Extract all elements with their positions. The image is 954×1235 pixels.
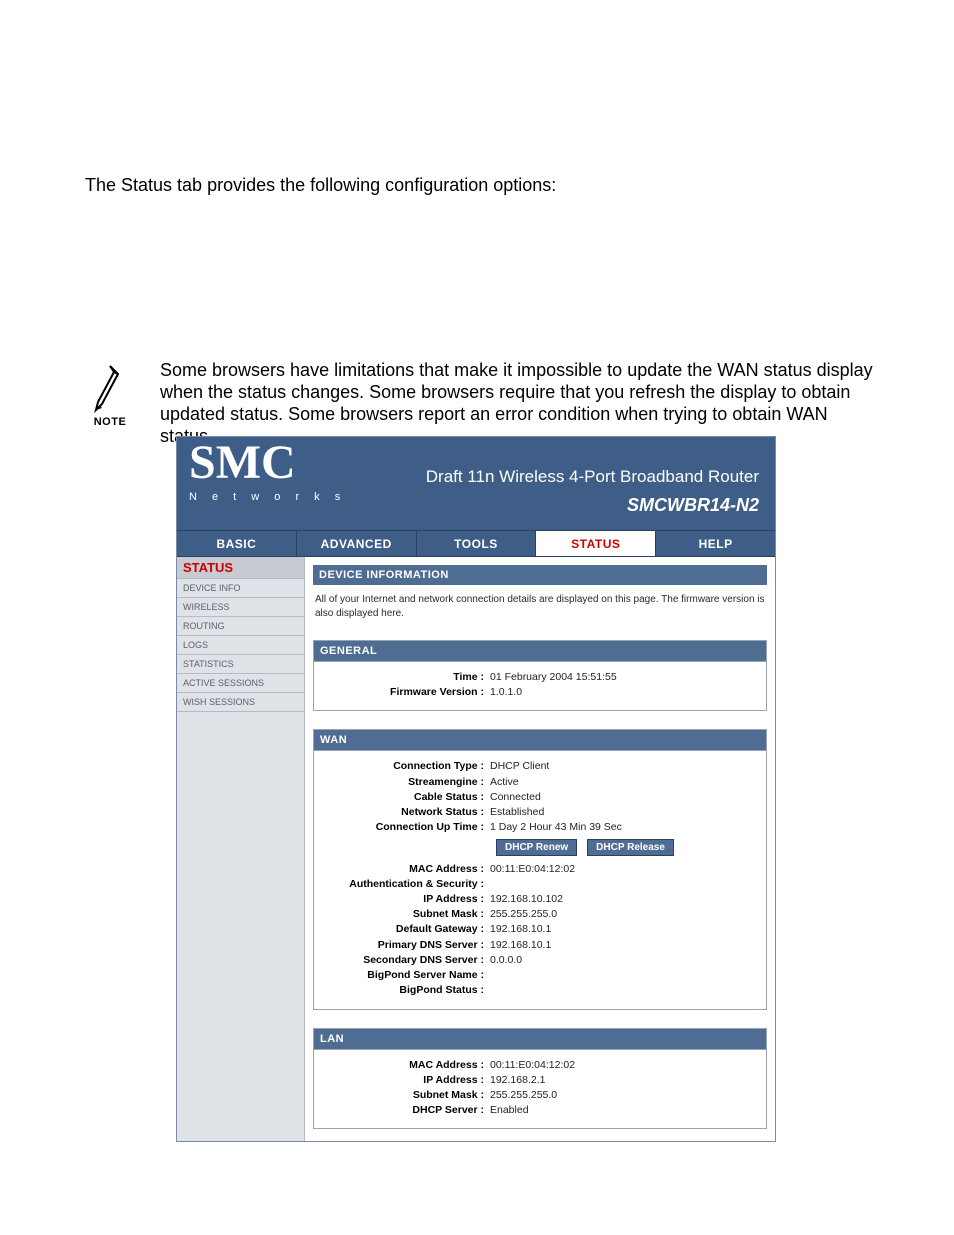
sdns-label: Secondary DNS Server : bbox=[320, 953, 490, 968]
uptime-label: Connection Up Time : bbox=[320, 820, 490, 835]
router-body: STATUS DEVICE INFO WIRELESS ROUTING LOGS… bbox=[177, 557, 775, 1141]
tab-tools[interactable]: TOOLS bbox=[417, 531, 537, 556]
wan-mask-value: 255.255.255.0 bbox=[490, 907, 557, 922]
wan-ip-label: IP Address : bbox=[320, 892, 490, 907]
dhcp-release-button[interactable]: DHCP Release bbox=[587, 839, 674, 856]
dhcp-buttons: DHCP Renew DHCP Release bbox=[496, 836, 760, 862]
dhcp-renew-button[interactable]: DHCP Renew bbox=[496, 839, 577, 856]
bigpond-status-label: BigPond Status : bbox=[320, 983, 490, 998]
section-wan: WAN Connection Type :DHCP Client Streame… bbox=[313, 729, 767, 1009]
streamengine-label: Streamengine : bbox=[320, 775, 490, 790]
streamengine-value: Active bbox=[490, 775, 519, 790]
device-info-desc: All of your Internet and network connect… bbox=[313, 585, 767, 622]
pdns-value: 192.168.10.1 bbox=[490, 938, 551, 953]
section-lan: LAN MAC Address :00:11:E0:04:12:02 IP Ad… bbox=[313, 1028, 767, 1130]
sidebar-item-device-info[interactable]: DEVICE INFO bbox=[177, 579, 304, 598]
note-text: Some browsers have limitations that make… bbox=[160, 360, 878, 448]
lan-body: MAC Address :00:11:E0:04:12:02 IP Addres… bbox=[314, 1050, 766, 1129]
lan-mac-value: 00:11:E0:04:12:02 bbox=[490, 1058, 575, 1073]
general-header: GENERAL bbox=[314, 641, 766, 662]
main-content: DEVICE INFORMATION All of your Internet … bbox=[305, 557, 775, 1141]
network-status-value: Established bbox=[490, 805, 544, 820]
logo-subtext: N e t w o r k s bbox=[189, 491, 346, 503]
note-icon: NOTE bbox=[88, 360, 132, 428]
wan-header: WAN bbox=[314, 730, 766, 751]
dhcp-server-value: Enabled bbox=[490, 1103, 529, 1118]
network-status-label: Network Status : bbox=[320, 805, 490, 820]
section-general: GENERAL Time : 01 February 2004 15:51:55… bbox=[313, 640, 767, 711]
lan-mac-label: MAC Address : bbox=[320, 1058, 490, 1073]
tab-basic[interactable]: BASIC bbox=[177, 531, 297, 556]
lan-header: LAN bbox=[314, 1029, 766, 1050]
router-header: SMC N e t w o r k s Draft 11n Wireless 4… bbox=[177, 437, 775, 531]
lan-mask-value: 255.255.255.0 bbox=[490, 1088, 557, 1103]
time-value: 01 February 2004 15:51:55 bbox=[490, 670, 617, 685]
sidebar-item-routing[interactable]: ROUTING bbox=[177, 617, 304, 636]
sidebar-item-wish-sessions[interactable]: WISH SESSIONS bbox=[177, 693, 304, 712]
gateway-value: 192.168.10.1 bbox=[490, 922, 551, 937]
bigpond-name-label: BigPond Server Name : bbox=[320, 968, 490, 983]
tab-status[interactable]: STATUS bbox=[536, 531, 656, 556]
logo: SMC N e t w o r k s bbox=[189, 439, 346, 503]
sidebar-item-wireless[interactable]: WIRELESS bbox=[177, 598, 304, 617]
sdns-value: 0.0.0.0 bbox=[490, 953, 522, 968]
logo-text: SMC bbox=[189, 439, 346, 487]
conn-type-value: DHCP Client bbox=[490, 759, 549, 774]
wan-body: Connection Type :DHCP Client Streamengin… bbox=[314, 751, 766, 1008]
lan-ip-value: 192.168.2.1 bbox=[490, 1073, 545, 1088]
note-label: NOTE bbox=[94, 416, 127, 428]
general-body: Time : 01 February 2004 15:51:55 Firmwar… bbox=[314, 662, 766, 710]
pdns-label: Primary DNS Server : bbox=[320, 938, 490, 953]
sidebar-item-active-sessions[interactable]: ACTIVE SESSIONS bbox=[177, 674, 304, 693]
section-device-info: DEVICE INFORMATION All of your Internet … bbox=[313, 565, 767, 622]
cable-status-label: Cable Status : bbox=[320, 790, 490, 805]
sidebar-item-logs[interactable]: LOGS bbox=[177, 636, 304, 655]
lan-ip-label: IP Address : bbox=[320, 1073, 490, 1088]
tab-advanced[interactable]: ADVANCED bbox=[297, 531, 417, 556]
main-tabs: BASIC ADVANCED TOOLS STATUS HELP bbox=[177, 531, 775, 557]
auth-label: Authentication & Security : bbox=[320, 877, 490, 892]
product-model: SMCWBR14-N2 bbox=[627, 495, 759, 516]
sidebar: STATUS DEVICE INFO WIRELESS ROUTING LOGS… bbox=[177, 557, 305, 1141]
device-info-header: DEVICE INFORMATION bbox=[313, 565, 767, 585]
tab-help[interactable]: HELP bbox=[656, 531, 775, 556]
product-title: Draft 11n Wireless 4-Port Broadband Rout… bbox=[426, 467, 759, 487]
sidebar-item-statistics[interactable]: STATISTICS bbox=[177, 655, 304, 674]
conn-type-label: Connection Type : bbox=[320, 759, 490, 774]
time-label: Time : bbox=[320, 670, 490, 685]
uptime-value: 1 Day 2 Hour 43 Min 39 Sec bbox=[490, 820, 622, 835]
note-block: NOTE Some browsers have limitations that… bbox=[88, 360, 878, 448]
firmware-value: 1.0.1.0 bbox=[490, 685, 522, 700]
wan-mask-label: Subnet Mask : bbox=[320, 907, 490, 922]
wan-mac-value: 00:11:E0:04:12:02 bbox=[490, 862, 575, 877]
lan-mask-label: Subnet Mask : bbox=[320, 1088, 490, 1103]
cable-status-value: Connected bbox=[490, 790, 541, 805]
row-time: Time : 01 February 2004 15:51:55 bbox=[320, 670, 760, 685]
intro-text: The Status tab provides the following co… bbox=[85, 175, 556, 196]
router-admin-ui: SMC N e t w o r k s Draft 11n Wireless 4… bbox=[176, 436, 776, 1142]
sidebar-title: STATUS bbox=[177, 557, 304, 579]
dhcp-server-label: DHCP Server : bbox=[320, 1103, 490, 1118]
gateway-label: Default Gateway : bbox=[320, 922, 490, 937]
wan-mac-label: MAC Address : bbox=[320, 862, 490, 877]
firmware-label: Firmware Version : bbox=[320, 685, 490, 700]
row-firmware: Firmware Version : 1.0.1.0 bbox=[320, 685, 760, 700]
wan-ip-value: 192.168.10.102 bbox=[490, 892, 563, 907]
